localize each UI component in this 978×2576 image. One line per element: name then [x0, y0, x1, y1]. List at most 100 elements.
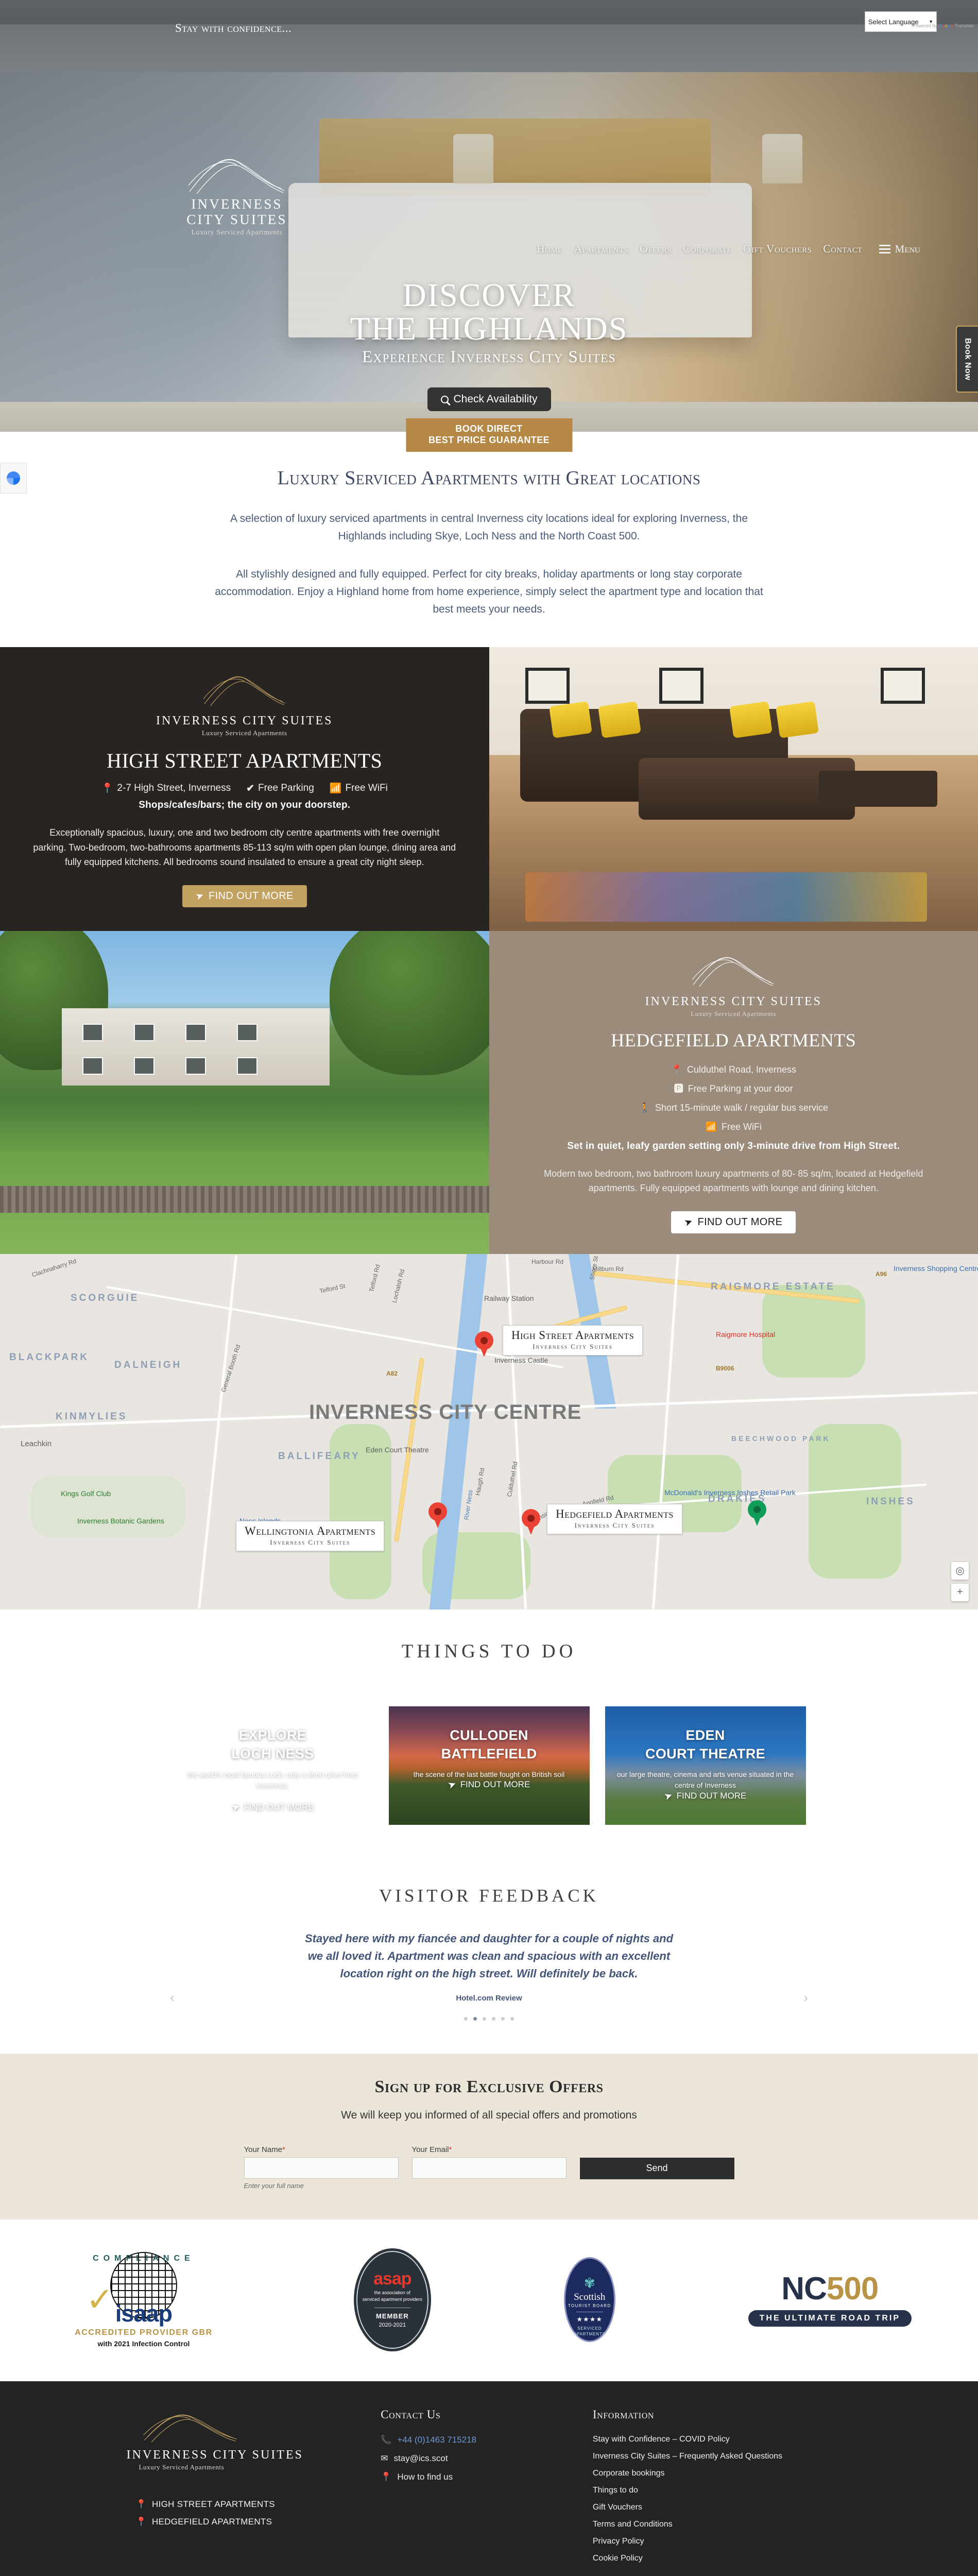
- footer-info-link-faq[interactable]: Inverness City Suites – Frequently Asked…: [593, 2452, 855, 2461]
- search-icon: [440, 396, 448, 403]
- card-find-out-more-button[interactable]: ➤ FIND OUT MORE: [389, 1779, 590, 1791]
- map-pin-wellingtonia[interactable]: [428, 1502, 447, 1528]
- check-availability-label: Check Availability: [453, 393, 537, 405]
- send-button[interactable]: Send: [580, 2158, 734, 2179]
- map-city-centre-label: INVERNESS CITY CENTRE: [309, 1401, 581, 1424]
- carousel-dot[interactable]: [464, 2017, 468, 2021]
- footer-info-link-corporate[interactable]: Corporate bookings: [593, 2469, 855, 2478]
- plus-icon: +: [957, 1586, 963, 1598]
- footer-email-link[interactable]: ✉ stay@ics.scot: [381, 2453, 572, 2464]
- feature-label: 2-7 High Street, Inverness: [117, 783, 231, 794]
- hamburger-icon: [879, 245, 890, 253]
- feature-item: 📍 Culduthel Road, Inverness: [522, 1060, 946, 1079]
- name-field-group: Your Name* Enter your full name: [244, 2145, 399, 2190]
- map-label-hedgefield[interactable]: Hedgefield Apartments Inverness City Sui…: [547, 1504, 682, 1534]
- book-direct-banner[interactable]: BOOK DIRECT BEST PRICE GUARANTEE: [406, 418, 572, 452]
- find-out-more-label: FIND OUT MORE: [209, 890, 294, 902]
- language-selector[interactable]: Select Language ▼: [865, 11, 937, 32]
- map-pin-high-street[interactable]: [475, 1331, 493, 1357]
- asap-member-label: MEMBER: [355, 2312, 430, 2320]
- things-to-do-card-eden-court[interactable]: EDEN COURT THEATRE our large theatre, ci…: [605, 1706, 806, 1825]
- map-street-label: Telford Rd: [368, 1263, 382, 1292]
- header-logo[interactable]: INVERNESS CITY SUITES Luxury Serviced Ap…: [170, 149, 304, 237]
- footer-info-link-privacy[interactable]: Privacy Policy: [593, 2537, 855, 2546]
- feedback-heading: VISITOR FEEDBACK: [0, 1886, 978, 1906]
- location-pin-icon: 📍: [381, 2472, 391, 2482]
- isaap-accredited-provider: ACCREDITED PROVIDER GBR: [66, 2328, 221, 2337]
- asap-wordmark: asap: [355, 2271, 430, 2287]
- signup-lead: We will keep you informed of all special…: [0, 2109, 978, 2122]
- locate-icon: ◎: [955, 1564, 964, 1577]
- email-input[interactable]: [412, 2157, 567, 2179]
- feature-label: Free Parking: [258, 783, 314, 794]
- footer-info-link-vouchers[interactable]: Gift Vouchers: [593, 2503, 855, 2512]
- check-availability-button[interactable]: Check Availability: [427, 387, 551, 411]
- footer-link-high-street[interactable]: 📍 HIGH STREET APARTMENTS: [136, 2499, 361, 2510]
- footer-info-link-cookie[interactable]: Cookie Policy: [593, 2554, 855, 2563]
- feedback-next-button[interactable]: ›: [803, 1990, 808, 2006]
- footer-find-us-link[interactable]: 📍 How to find us: [381, 2472, 572, 2482]
- menu-label: Menu: [895, 243, 921, 256]
- things-to-do-card-loch-ness[interactable]: EXPLORE LOCH NESS the world's most famou…: [173, 1706, 373, 1825]
- map-zoom-in-button[interactable]: +: [951, 1584, 969, 1601]
- hedgefield-body: Modern two bedroom, two bathroom luxury …: [522, 1166, 946, 1196]
- nav-item-offers[interactable]: Offers: [640, 242, 672, 256]
- mountain-logo-icon: [690, 948, 777, 990]
- map-locate-button[interactable]: ◎: [951, 1562, 969, 1580]
- high-street-find-out-more-button[interactable]: ➤ FIND OUT MORE: [182, 885, 307, 907]
- newsletter-signup-section: Sign up for Exclusive Offers We will kee…: [0, 2054, 978, 2219]
- carousel-dot-active[interactable]: [473, 2017, 477, 2021]
- map-poi-label: Eden Court Theatre: [366, 1446, 429, 1454]
- high-street-features: 📍 2-7 High Street, Inverness ✔ Free Park…: [33, 782, 456, 794]
- nav-item-contact[interactable]: Contact: [823, 242, 862, 256]
- feature-label: Free WiFi: [345, 783, 387, 794]
- hedgefield-panel: INVERNESS CITY SUITES Luxury Serviced Ap…: [489, 931, 978, 1254]
- paper-plane-icon: ➤: [230, 1801, 242, 1815]
- find-out-more-label: FIND OUT MORE: [244, 1802, 314, 1812]
- footer-info-link-things[interactable]: Things to do: [593, 2486, 855, 2495]
- nav-item-apartments[interactable]: Apartments: [574, 242, 628, 256]
- footer-link-hedgefield[interactable]: 📍 HEDGEFIELD APARTMENTS: [136, 2517, 361, 2527]
- card-find-out-more-button[interactable]: ➤ FIND OUT MORE: [605, 1790, 806, 1802]
- wifi-icon: 📶: [706, 1117, 717, 1137]
- map-poi-label: Leachkin: [21, 1439, 52, 1448]
- footer-info-link-terms[interactable]: Terms and Conditions: [593, 2520, 855, 2529]
- nav-item-gift-vouchers[interactable]: Gift Vouchers: [743, 242, 812, 256]
- carousel-dot[interactable]: [501, 2017, 505, 2021]
- nav-item-corporate[interactable]: Corporate: [683, 242, 732, 256]
- book-now-side-tab[interactable]: Book Now: [956, 326, 978, 393]
- carousel-dot[interactable]: [510, 2017, 514, 2021]
- language-selector-label: Select Language: [868, 18, 919, 26]
- name-input[interactable]: [244, 2157, 399, 2179]
- high-street-body: Exceptionally spacious, luxury, one and …: [33, 825, 456, 869]
- nc500-wordmark: NC500: [748, 2273, 912, 2305]
- carousel-dot[interactable]: [483, 2017, 486, 2021]
- footer-info-link-covid[interactable]: Stay with Confidence – COVID Policy: [593, 2435, 855, 2444]
- card-find-out-more-button[interactable]: ➤ FIND OUT MORE: [173, 1802, 373, 1814]
- feedback-carousel-dots[interactable]: [0, 2017, 978, 2021]
- recaptcha-badge-top[interactable]: [0, 463, 27, 494]
- hedgefield-find-out-more-button[interactable]: ➤ FIND OUT MORE: [671, 1211, 796, 1233]
- things-to-do-heading: THINGS TO DO: [0, 1640, 978, 1663]
- things-to-do-card-culloden[interactable]: CULLODEN BATTLEFIELD the scene of the la…: [389, 1706, 590, 1825]
- map-pin-hedgefield[interactable]: [522, 1509, 540, 1535]
- parking-icon: 🅿: [674, 1079, 683, 1098]
- feedback-prev-button[interactable]: ‹: [170, 1990, 175, 2006]
- map-street-label: Clachnaharry Rd: [31, 1257, 77, 1278]
- visitor-feedback-section: VISITOR FEEDBACK ‹ › Stayed here with my…: [0, 1861, 978, 2054]
- map-label-wellingtonia[interactable]: Wellingtonia Apartments Inverness City S…: [236, 1521, 384, 1551]
- hedgefield-features: 📍 Culduthel Road, Inverness 🅿 Free Parki…: [522, 1060, 946, 1137]
- isaap-wordmark: isaap: [66, 2300, 221, 2327]
- locations-map[interactable]: SCORGUIE BLACKPARK KINMYLIES DALNEIGH BA…: [0, 1254, 978, 1609]
- menu-button[interactable]: Menu: [879, 243, 921, 256]
- map-label-high-street[interactable]: High Street Apartments Inverness City Su…: [503, 1325, 643, 1355]
- card-title-line2: COURT THEATRE: [614, 1744, 797, 1763]
- carousel-dot[interactable]: [492, 2017, 495, 2021]
- card-title-line2: BATTLEFIELD: [398, 1744, 580, 1763]
- map-street-label: A96: [876, 1270, 887, 1278]
- map-pin-golf-club[interactable]: [748, 1500, 766, 1526]
- map-street-label: B9006: [716, 1365, 734, 1372]
- footer-phone-link[interactable]: 📞 +44 (0)1463 715218: [381, 2435, 572, 2445]
- nav-item-home[interactable]: Home: [537, 242, 562, 256]
- feature-label: Free WiFi: [722, 1117, 762, 1137]
